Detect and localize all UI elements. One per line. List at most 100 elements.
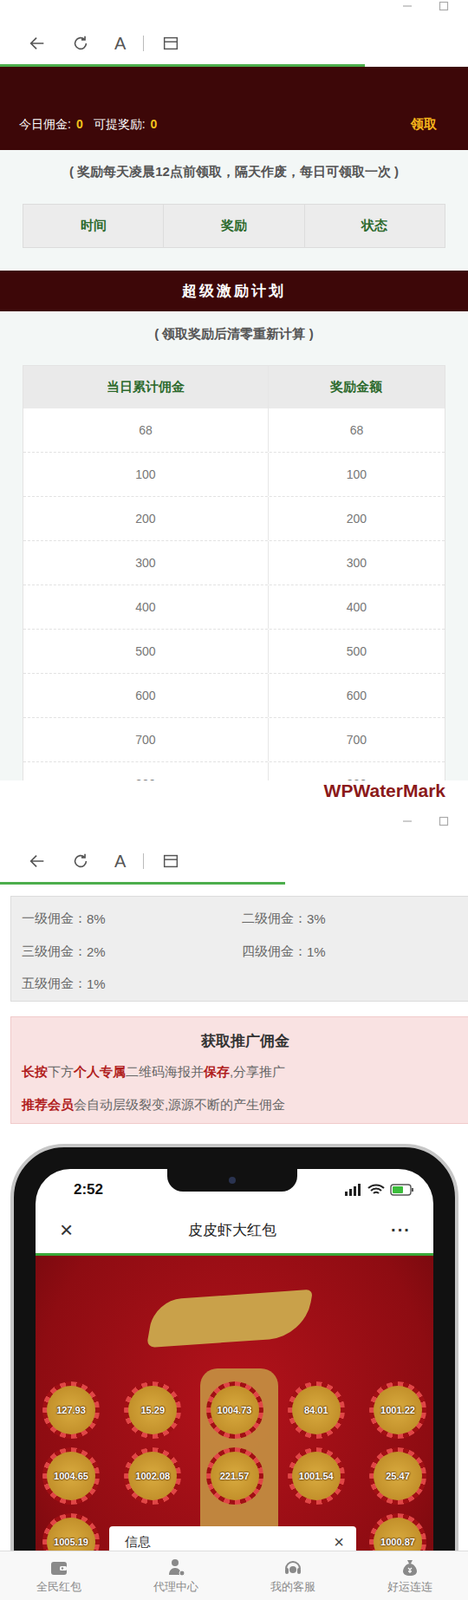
dialog-close-button[interactable]: × xyxy=(333,1532,345,1550)
promo-box: 获取推广佣金长按下方个人专属二维码海报并保存,分享推广推荐会员会自动层级裂变,源… xyxy=(10,1015,468,1124)
withdrawable-value: 0 xyxy=(150,115,158,133)
nav-item[interactable]: 全民红包 xyxy=(0,1550,117,1599)
plan-title-bar: 超级激励计划 xyxy=(0,270,468,312)
money-bag-icon xyxy=(399,1556,421,1578)
plan-note: ( 领取奖励后清零重新计算 ) xyxy=(0,325,468,343)
reward-cell: 300 xyxy=(268,540,445,585)
red-packet-bubble[interactable]: 25.47 xyxy=(369,1446,427,1504)
commission-rates: 一级佣金：8%二级佣金：3%三级佣金：2%四级佣金：1%五级佣金：1% xyxy=(10,895,468,1001)
red-packet-bubble[interactable]: 84.01 xyxy=(287,1380,345,1438)
back-arrow-icon[interactable] xyxy=(27,33,47,53)
commission-cell: 700 xyxy=(23,717,269,761)
table-row: 500500 xyxy=(23,629,445,674)
phone-notch xyxy=(167,1168,298,1191)
nav-item[interactable]: 代理中心 xyxy=(117,1550,234,1599)
reward-cell: 200 xyxy=(268,496,445,540)
signal-icon xyxy=(344,1183,363,1196)
red-packet-bubble[interactable]: 1004.65 xyxy=(42,1446,100,1504)
commission-cell: 100 xyxy=(23,452,269,496)
table-row: 700700 xyxy=(23,717,445,762)
window-controls xyxy=(0,0,468,18)
claim-button[interactable]: 领取 xyxy=(410,115,437,133)
commission-cell: 800 xyxy=(23,761,269,780)
nav-label: 好运连连 xyxy=(387,1579,433,1593)
promo-line: 长按下方个人专属二维码海报并保存,分享推广 xyxy=(21,1054,468,1088)
bottom-nav: 全民红包 代理中心我的客服 好运连连 xyxy=(0,1549,468,1599)
phone-title: 皮皮虾大红包 xyxy=(188,1219,277,1240)
table-header-cell: 状态 xyxy=(304,204,445,247)
table-row: 100100 xyxy=(23,452,445,497)
battery-icon xyxy=(390,1183,415,1196)
red-packet-bubble[interactable]: 1004.73 xyxy=(206,1380,264,1438)
red-packet-bubble[interactable]: 1005.19 xyxy=(42,1512,100,1551)
table-row: 300300 xyxy=(23,540,445,585)
window-icon[interactable] xyxy=(161,33,181,53)
red-packet-bubble[interactable]: 1001.54 xyxy=(287,1446,345,1504)
incentive-table: 当日累计佣金奖励金额686810010020020030030040040050… xyxy=(22,364,446,780)
more-button[interactable]: ··· xyxy=(390,1219,411,1240)
red-packet-bubble[interactable]: 1001.22 xyxy=(369,1380,427,1438)
refresh-icon[interactable] xyxy=(71,851,91,871)
summary-header: 今日佣金:0可提奖励:0领取 xyxy=(0,66,468,150)
commission-cell: 200 xyxy=(23,496,269,540)
dialog-title: 信息 xyxy=(124,1532,151,1550)
minimize-icon[interactable] xyxy=(402,0,413,12)
commission-cell: 500 xyxy=(23,629,269,673)
window-icon[interactable] xyxy=(161,851,181,871)
back-arrow-icon[interactable] xyxy=(27,851,47,871)
red-packet-bubble[interactable]: 1000.87 xyxy=(369,1512,427,1551)
reward-cell: 800 xyxy=(268,761,445,780)
commission-cell: 68 xyxy=(23,408,269,452)
table-row: 800800 xyxy=(23,761,445,780)
window-controls xyxy=(0,799,468,835)
red-packet-bubble[interactable]: 15.29 xyxy=(123,1380,182,1438)
red-packet-bubble[interactable]: 1002.08 xyxy=(123,1446,182,1504)
watermark: WPWaterMark xyxy=(324,780,446,800)
toolbar-separator xyxy=(143,35,144,52)
font-size-button[interactable]: A xyxy=(114,850,126,871)
reward-cell: 68 xyxy=(268,408,445,452)
maximize-icon[interactable] xyxy=(438,0,449,12)
wallet-icon xyxy=(48,1556,70,1578)
reward-cell: 600 xyxy=(268,673,445,717)
red-packet-bubble[interactable]: 127.93 xyxy=(42,1380,100,1438)
today-commission-value: 0 xyxy=(76,115,84,133)
commission-cell: 300 xyxy=(23,540,269,585)
close-button[interactable]: × xyxy=(59,1215,73,1242)
status-time: 2:52 xyxy=(73,1180,104,1198)
refresh-icon[interactable] xyxy=(71,33,91,53)
nav-item[interactable]: 我的客服 xyxy=(234,1550,351,1599)
commission-rate: 四级佣金：1% xyxy=(241,935,468,969)
withdrawable-label: 可提奖励: xyxy=(93,115,146,133)
promo-line: 推荐会员会自动层级裂变,源源不断的产生佣金 xyxy=(21,1087,468,1121)
claim-note: ( 奖励每天凌晨12点前领取，隔天作废，每日可领取一次 ) xyxy=(0,162,468,181)
claim-table: 时间奖励状态 xyxy=(22,203,446,248)
table-row: 600600 xyxy=(23,673,445,718)
table-header-cell: 时间 xyxy=(23,204,163,247)
table-header-cell: 当日累计佣金 xyxy=(23,365,269,409)
phone-title-bar: × 皮皮虾大红包 ··· xyxy=(35,1206,434,1253)
bubble-row: 127.93 15.29 1004.73 84.01 1001.22 xyxy=(35,1380,434,1438)
font-size-button[interactable]: A xyxy=(114,32,126,54)
red-packet-bubble[interactable]: 221.57 xyxy=(206,1446,264,1504)
agent-icon xyxy=(165,1556,187,1578)
table-header-cell: 奖励 xyxy=(162,204,304,247)
promo-title: 获取推广佣金 xyxy=(21,1027,468,1055)
reward-cell: 700 xyxy=(268,717,445,761)
nav-item[interactable]: 好运连连 xyxy=(351,1550,468,1599)
maximize-icon[interactable] xyxy=(438,815,449,826)
toolbar-separator xyxy=(143,852,144,869)
commission-cell: 600 xyxy=(23,673,269,717)
browser-toolbar: A xyxy=(0,834,468,882)
screenshot-collage: A今日佣金:0可提奖励:0领取( 奖励每天凌晨12点前领取，隔天作废，每日可领取… xyxy=(0,0,468,1599)
browser-toolbar: A xyxy=(0,17,468,65)
table-row: 200200 xyxy=(23,496,445,541)
minimize-icon[interactable] xyxy=(402,815,413,826)
table-row: 6868 xyxy=(23,408,445,453)
info-dialog: 信息 × xyxy=(109,1525,357,1551)
agent-screen: A 一级佣金：8%二级佣金：3%三级佣金：2%四级佣金：1%五级佣金：1% 获取推广… xyxy=(0,799,468,1599)
nav-label: 我的客服 xyxy=(270,1579,316,1593)
nav-label: 全民红包 xyxy=(36,1579,82,1593)
wifi-icon xyxy=(367,1183,385,1196)
commission-rate: 一级佣金：8% xyxy=(21,902,242,936)
